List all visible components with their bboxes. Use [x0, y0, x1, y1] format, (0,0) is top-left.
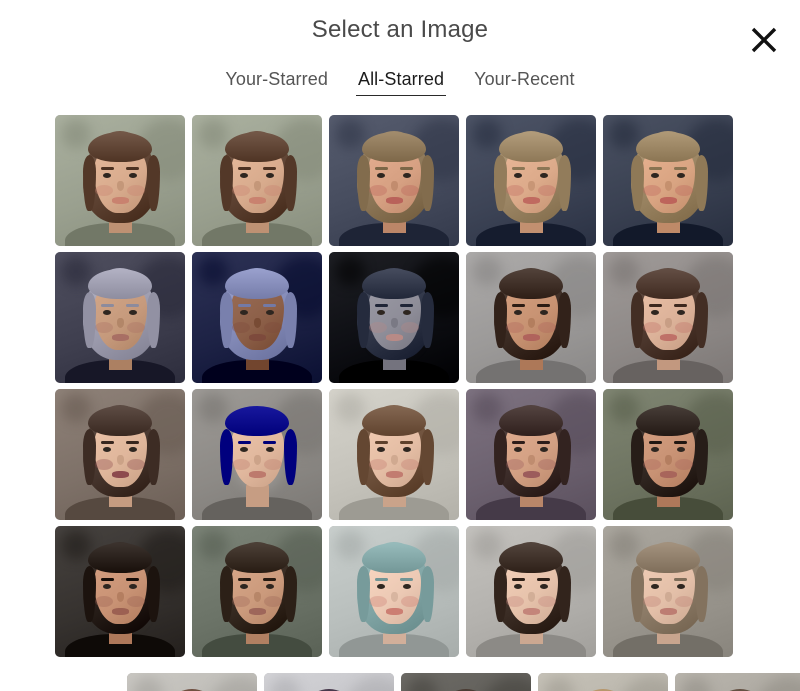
image-thumbnail[interactable]: [192, 252, 322, 383]
select-image-dialog: Select an Image Your-Starred All-Starred…: [0, 0, 800, 691]
thumbnail-art: [55, 115, 185, 246]
tab-all-starred[interactable]: All-Starred: [355, 68, 447, 96]
image-thumbnail[interactable]: [127, 673, 257, 691]
thumbnail-art: [675, 673, 800, 691]
thumbnail-art: [401, 673, 531, 691]
thumbnail-art: [192, 115, 322, 246]
thumbnail-art: [329, 252, 459, 383]
thumbnail-art: [55, 389, 185, 520]
close-x-icon: [749, 25, 779, 55]
image-thumbnail[interactable]: [466, 389, 596, 520]
image-grid-viewport[interactable]: [0, 110, 800, 691]
image-thumbnail[interactable]: [55, 252, 185, 383]
image-thumbnail[interactable]: [675, 673, 800, 691]
image-grid: [55, 115, 745, 657]
thumbnail-art: [55, 526, 185, 657]
image-grid-overflow-row: [127, 673, 800, 691]
image-thumbnail[interactable]: [55, 526, 185, 657]
image-thumbnail[interactable]: [466, 252, 596, 383]
page-title: Select an Image: [311, 16, 489, 43]
image-thumbnail[interactable]: [329, 252, 459, 383]
thumbnail-art: [127, 673, 257, 691]
image-thumbnail[interactable]: [401, 673, 531, 691]
image-thumbnail[interactable]: [55, 389, 185, 520]
tab-your-starred[interactable]: Your-Starred: [223, 68, 330, 96]
thumbnail-art: [466, 389, 596, 520]
thumbnail-art: [329, 389, 459, 520]
thumbnail-art: [329, 115, 459, 246]
thumbnail-art: [192, 526, 322, 657]
thumbnail-art: [192, 389, 322, 520]
thumbnail-art: [329, 526, 459, 657]
image-thumbnail[interactable]: [264, 673, 394, 691]
image-thumbnail[interactable]: [55, 115, 185, 246]
thumbnail-art: [466, 115, 596, 246]
tab-your-recent[interactable]: Your-Recent: [472, 68, 577, 96]
image-thumbnail[interactable]: [603, 115, 733, 246]
image-thumbnail[interactable]: [329, 526, 459, 657]
image-thumbnail[interactable]: [192, 526, 322, 657]
image-thumbnail[interactable]: [192, 115, 322, 246]
image-thumbnail[interactable]: [329, 389, 459, 520]
thumbnail-art: [603, 252, 733, 383]
thumbnail-art: [466, 526, 596, 657]
image-thumbnail[interactable]: [466, 115, 596, 246]
thumbnail-art: [538, 673, 668, 691]
image-thumbnail[interactable]: [538, 673, 668, 691]
thumbnail-art: [264, 673, 394, 691]
thumbnail-art: [603, 526, 733, 657]
thumbnail-art: [192, 252, 322, 383]
tab-bar: Your-Starred All-Starred Your-Recent: [0, 68, 800, 96]
image-thumbnail[interactable]: [603, 526, 733, 657]
thumbnail-art: [603, 115, 733, 246]
close-button[interactable]: [742, 18, 786, 62]
thumbnail-art: [55, 252, 185, 383]
thumbnail-art: [603, 389, 733, 520]
image-thumbnail[interactable]: [603, 389, 733, 520]
image-thumbnail[interactable]: [603, 252, 733, 383]
image-thumbnail[interactable]: [466, 526, 596, 657]
image-thumbnail[interactable]: [192, 389, 322, 520]
thumbnail-art: [466, 252, 596, 383]
image-thumbnail[interactable]: [329, 115, 459, 246]
